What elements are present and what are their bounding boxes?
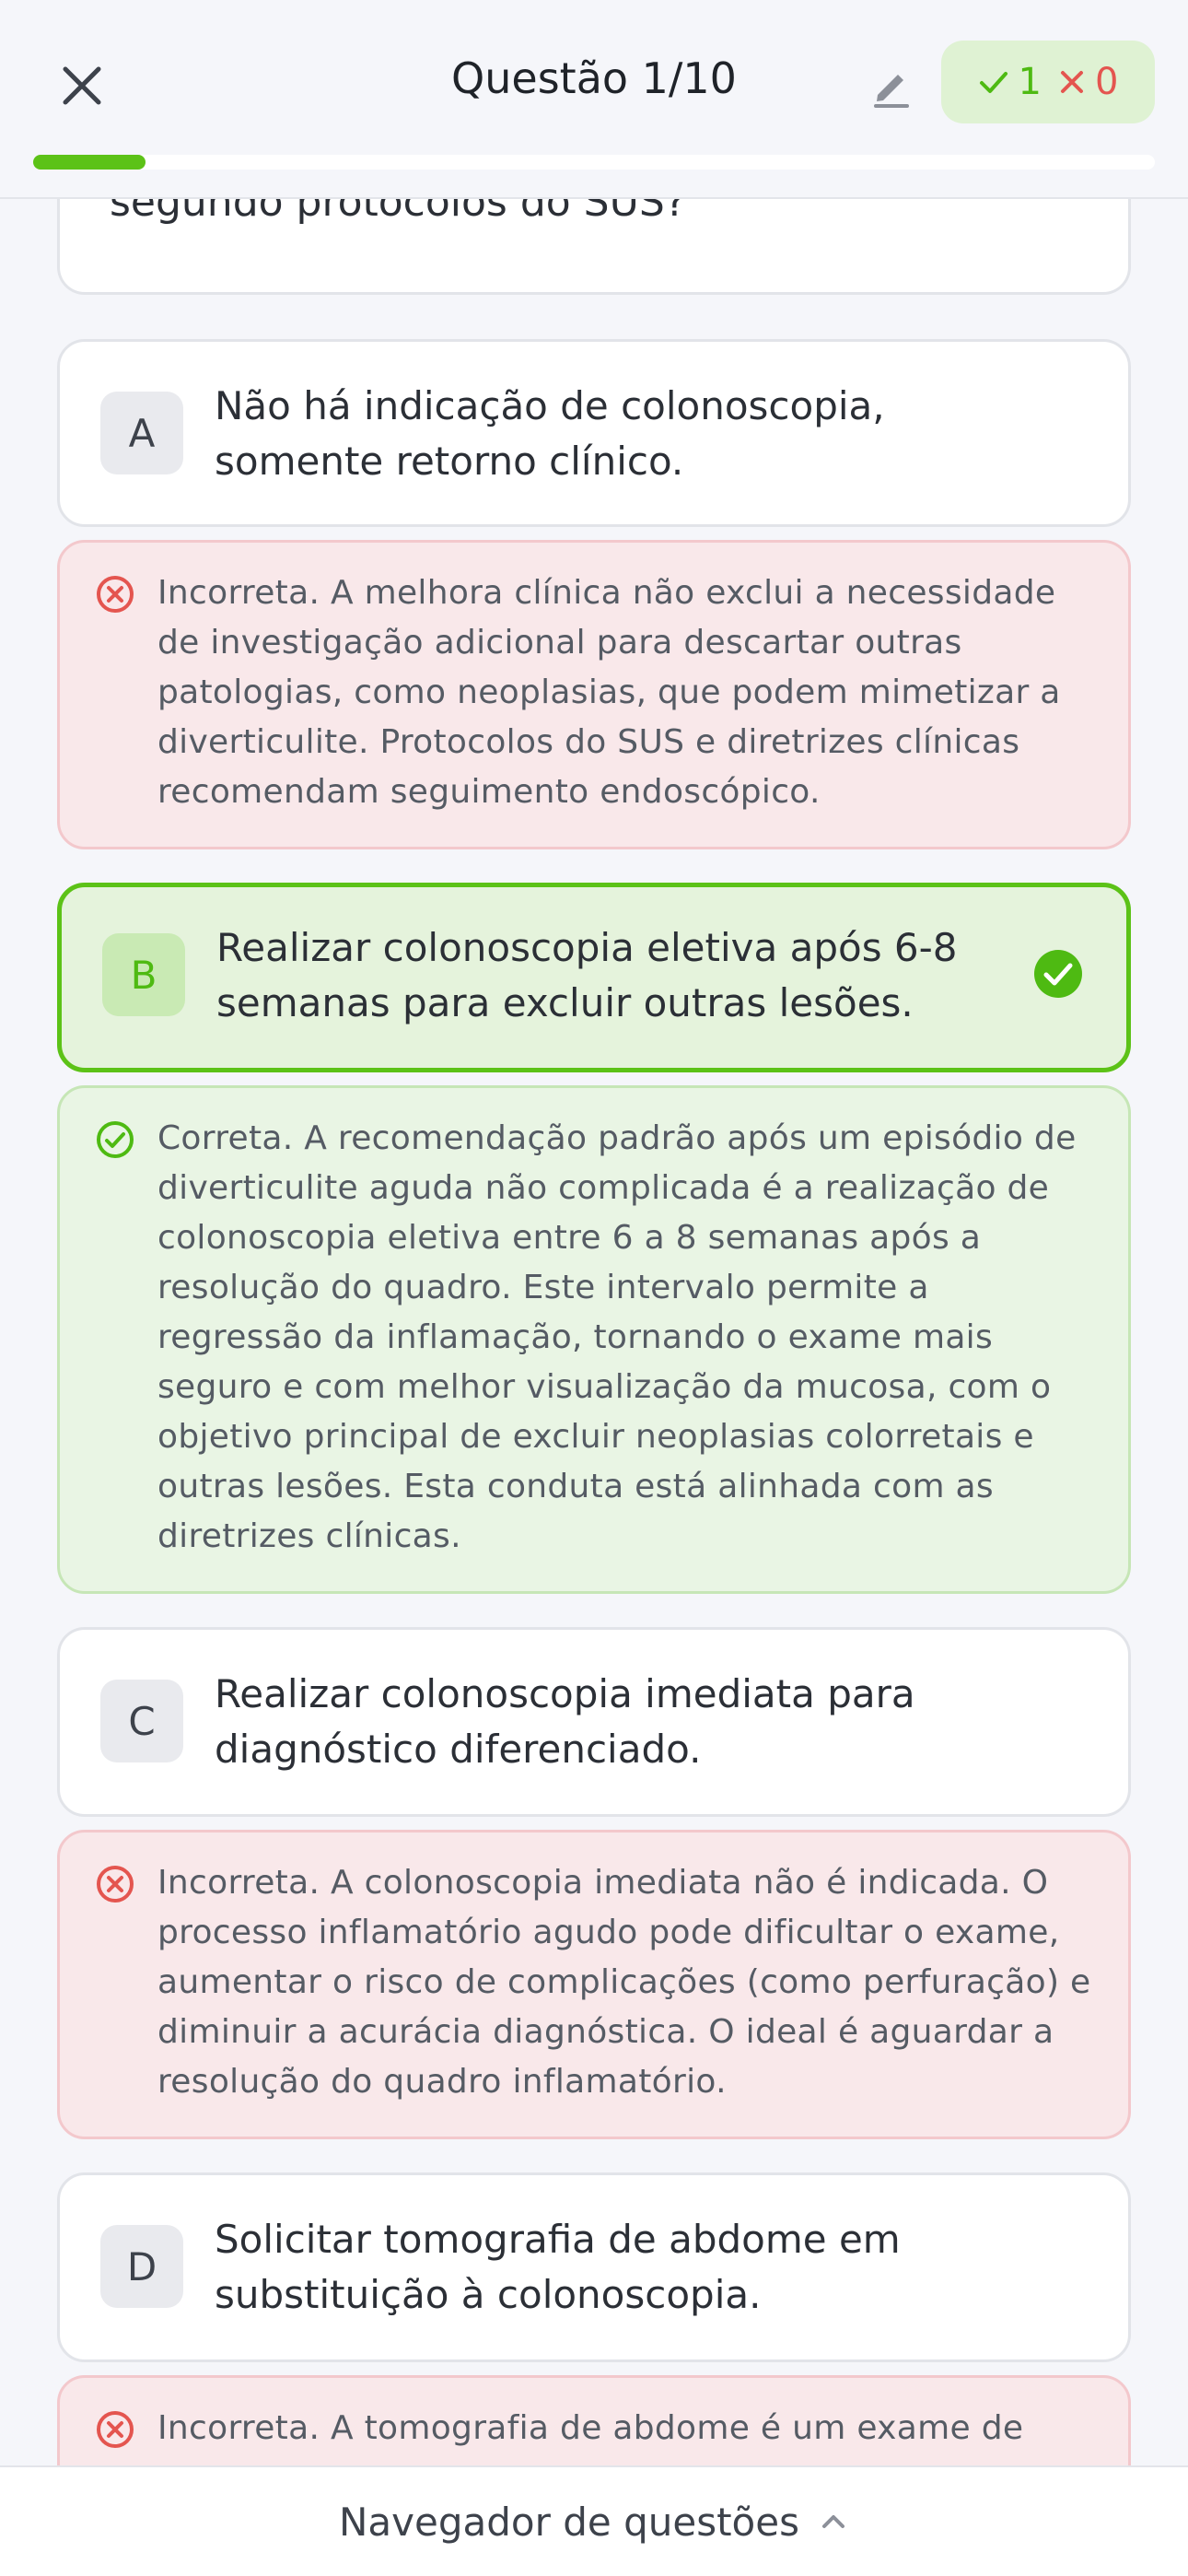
x-circle-icon <box>97 1866 134 1903</box>
footer-label: Navegador de questões <box>339 2499 799 2545</box>
pencil-icon <box>874 75 909 108</box>
x-circle-icon <box>97 576 134 613</box>
wrong-count-value: 0 <box>1095 61 1119 103</box>
check-circle-icon <box>1034 950 1082 998</box>
feedback-text: Correta. A recomendação padrão após um e… <box>157 1119 1077 1555</box>
check-icon <box>979 72 1007 93</box>
option-c[interactable]: C Realizar colonoscopia imediata para di… <box>57 1627 1131 1817</box>
option-d[interactable]: D Solicitar tomografia de abdome em subs… <box>57 2172 1131 2362</box>
feedback-text: Incorreta. A melhora clínica não exclui … <box>157 574 1061 811</box>
x-icon <box>1061 71 1083 93</box>
x-circle-icon <box>97 2411 134 2448</box>
question-navigator-button[interactable]: Navegador de questões <box>0 2465 1188 2576</box>
feedback-text: Incorreta. A tomografia de abdome é um e… <box>157 2409 1024 2447</box>
feedback-a: Incorreta. A melhora clínica não exclui … <box>57 540 1131 849</box>
score-badge: 1 0 <box>941 41 1155 123</box>
chevron-up-icon <box>821 2515 844 2528</box>
wrong-count: 0 <box>1058 61 1118 103</box>
close-button[interactable] <box>52 55 112 116</box>
check-circle-icon <box>97 1121 134 1158</box>
edit-button[interactable] <box>862 57 921 116</box>
close-icon <box>63 66 101 105</box>
option-text: Solicitar tomografia de abdome em substi… <box>215 2217 901 2317</box>
option-text: Não há indicação de colonoscopia, soment… <box>215 383 885 484</box>
progress-bar <box>33 155 1155 170</box>
feedback-text: Incorreta. A colonoscopia imediata não é… <box>157 1864 1091 2101</box>
feedback-c: Incorreta. A colonoscopia imediata não é… <box>57 1830 1131 2139</box>
feedback-b: Correta. A recomendação padrão após um e… <box>57 1085 1131 1594</box>
option-letter: A <box>100 392 183 474</box>
option-letter: D <box>100 2225 183 2308</box>
option-letter: B <box>102 933 185 1016</box>
option-text: Realizar colonoscopia imediata para diag… <box>215 1671 915 1772</box>
option-text: Realizar colonoscopia eletiva após 6-8 s… <box>216 925 958 1025</box>
option-letter: C <box>100 1680 183 1762</box>
header-bar: Questão 1/10 1 0 <box>0 0 1188 199</box>
option-a[interactable]: A Não há indicação de colonoscopia, some… <box>57 339 1131 527</box>
progress-fill <box>33 155 146 170</box>
correct-count: 1 <box>978 61 1042 103</box>
correct-count-value: 1 <box>1018 61 1042 103</box>
option-b[interactable]: B Realizar colonoscopia eletiva após 6-8… <box>57 883 1131 1072</box>
